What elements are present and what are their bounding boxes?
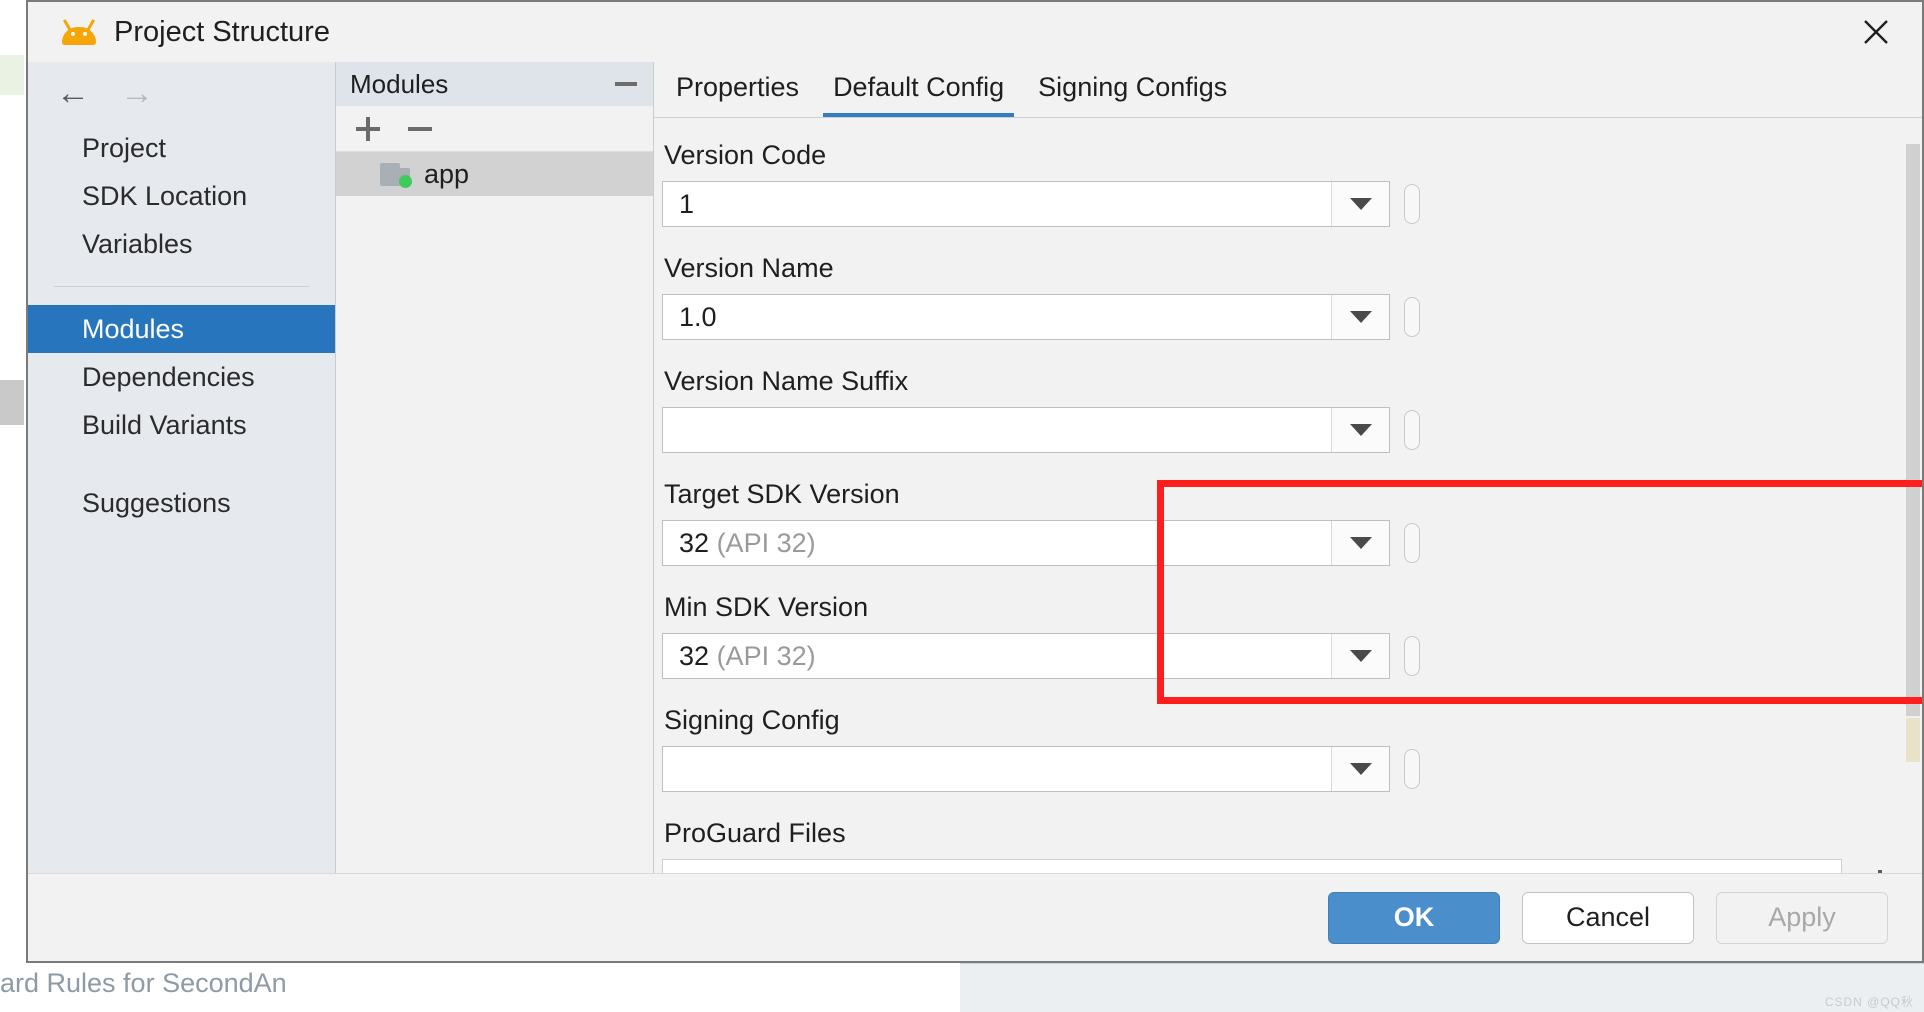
modules-panel: Modules app <box>336 62 654 873</box>
dialog-footer: OK Cancel Apply <box>28 873 1922 961</box>
tab-properties[interactable]: Properties <box>666 74 809 117</box>
chevron-down-icon[interactable] <box>1331 295 1389 339</box>
min-sdk-version-combobox[interactable]: 32 (API 32) <box>662 633 1390 679</box>
min-sdk-version-value: 32 (API 32) <box>663 641 1331 672</box>
minus-icon[interactable] <box>408 126 432 131</box>
default-config-form: Version Code 1 Version Name 1.0 Version … <box>654 118 1922 873</box>
sidebar-item-sdk-location[interactable]: SDK Location <box>28 172 335 220</box>
sidebar-item-project[interactable]: Project <box>28 124 335 172</box>
field-row-version-code: 1 <box>662 181 1922 227</box>
modules-toolbar <box>336 106 653 152</box>
cancel-button[interactable]: Cancel <box>1522 891 1694 944</box>
left-navigation-panel: ← → Project SDK Location Variables Modul… <box>28 62 336 873</box>
scrollbar-thumb[interactable] <box>1906 144 1920 716</box>
target-sdk-api-label: (API 32) <box>716 527 816 558</box>
arrow-left-icon[interactable]: ← <box>56 76 90 110</box>
plus-icon[interactable] <box>356 116 380 141</box>
variable-button-icon[interactable] <box>1404 410 1420 450</box>
apply-button: Apply <box>1716 891 1888 944</box>
watermark: CSDN @QQ秋 <box>1824 995 1914 1009</box>
scrollbar-marker <box>1906 718 1920 762</box>
sidebar-item-build-variants[interactable]: Build Variants <box>28 401 335 449</box>
tab-bar: Properties Default Config Signing Config… <box>654 62 1922 118</box>
page-title: Project Structure <box>114 15 330 48</box>
chevron-down-icon[interactable] <box>1331 747 1389 791</box>
field-label-version-code: Version Code <box>664 140 827 170</box>
folder-icon <box>380 162 412 188</box>
ok-button[interactable]: OK <box>1328 891 1500 944</box>
close-icon[interactable] <box>1830 2 1922 62</box>
field-label-target-sdk-version: Target SDK Version <box>664 479 900 509</box>
tab-default-config[interactable]: Default Config <box>823 74 1015 117</box>
green-dot-badge-icon <box>399 174 412 188</box>
field-label-signing-config: Signing Config <box>664 705 840 735</box>
field-row-version-name-suffix <box>662 407 1922 453</box>
field-label-version-name-suffix: Version Name Suffix <box>664 366 909 396</box>
version-code-combobox[interactable]: 1 <box>662 181 1390 227</box>
modules-panel-header: Modules <box>336 62 653 106</box>
backdrop-bottom-panel <box>960 963 1924 1012</box>
sidebar-item-dependencies[interactable]: Dependencies <box>28 353 335 401</box>
backdrop-bottom-text: ard Rules for SecondAn <box>0 968 287 998</box>
field-row-min-sdk-version: 32 (API 32) <box>662 633 1922 679</box>
variable-button-icon[interactable] <box>1404 523 1420 563</box>
sidebar-item-suggestions[interactable]: Suggestions <box>28 479 335 527</box>
field-label-version-name: Version Name <box>664 253 834 283</box>
variable-button-icon[interactable] <box>1404 297 1420 337</box>
min-sdk-api-label: (API 32) <box>716 640 816 671</box>
variable-button-icon[interactable] <box>1404 184 1420 224</box>
target-sdk-version-combobox[interactable]: 32 (API 32) <box>662 520 1390 566</box>
target-sdk-version-value: 32 (API 32) <box>663 528 1331 559</box>
sidebar-divider <box>54 286 309 287</box>
backdrop-green-marker <box>0 55 24 95</box>
dialog-titlebar: Project Structure <box>28 2 1922 62</box>
plus-icon[interactable] <box>1852 859 1908 873</box>
chevron-down-icon[interactable] <box>1331 634 1389 678</box>
field-row-signing-config <box>662 746 1922 792</box>
module-label: app <box>424 158 470 189</box>
field-row-target-sdk-version: 32 (API 32) <box>662 520 1922 566</box>
field-label-proguard-files: ProGuard Files <box>664 818 846 848</box>
chevron-down-icon[interactable] <box>1331 408 1389 452</box>
min-sdk-number: 32 <box>679 640 710 671</box>
field-row-version-name: 1.0 <box>662 294 1922 340</box>
modules-panel-title: Modules <box>350 68 449 99</box>
backdrop-left-column <box>0 0 26 1012</box>
version-name-suffix-combobox[interactable] <box>662 407 1390 453</box>
list-item[interactable]: app <box>336 152 653 196</box>
backdrop-grey-marker <box>0 380 24 425</box>
form-scroll-area: Version Code 1 Version Name 1.0 Version … <box>654 118 1922 873</box>
target-sdk-number: 32 <box>679 527 710 558</box>
scrollbar[interactable] <box>1904 118 1922 873</box>
signing-config-combobox[interactable] <box>662 746 1390 792</box>
tab-signing-configs[interactable]: Signing Configs <box>1028 74 1237 117</box>
android-robot-icon <box>62 19 96 45</box>
chevron-down-icon[interactable] <box>1331 182 1389 226</box>
version-code-value: 1 <box>679 188 695 219</box>
module-list: app <box>336 152 653 873</box>
version-name-combobox[interactable]: 1.0 <box>662 294 1390 340</box>
sidebar-item-variables[interactable]: Variables <box>28 220 335 268</box>
minus-icon[interactable] <box>615 82 637 86</box>
sidebar-item-modules[interactable]: Modules <box>28 305 335 353</box>
dialog-body: ← → Project SDK Location Variables Modul… <box>28 62 1922 873</box>
project-structure-dialog: Project Structure ← → Project SDK Locati… <box>26 0 1924 963</box>
field-row-proguard-files: V <box>662 859 1922 873</box>
nav-history-controls: ← → <box>28 62 335 124</box>
field-label-min-sdk-version: Min SDK Version <box>664 592 869 622</box>
arrow-right-icon[interactable]: → <box>120 76 154 110</box>
main-panel: Properties Default Config Signing Config… <box>654 62 1922 873</box>
chevron-down-icon[interactable] <box>1331 521 1389 565</box>
variable-button-icon[interactable] <box>1404 749 1420 789</box>
proguard-files-input[interactable]: V <box>662 859 1842 873</box>
version-name-value: 1.0 <box>679 301 717 332</box>
variable-button-icon[interactable] <box>1404 636 1420 676</box>
